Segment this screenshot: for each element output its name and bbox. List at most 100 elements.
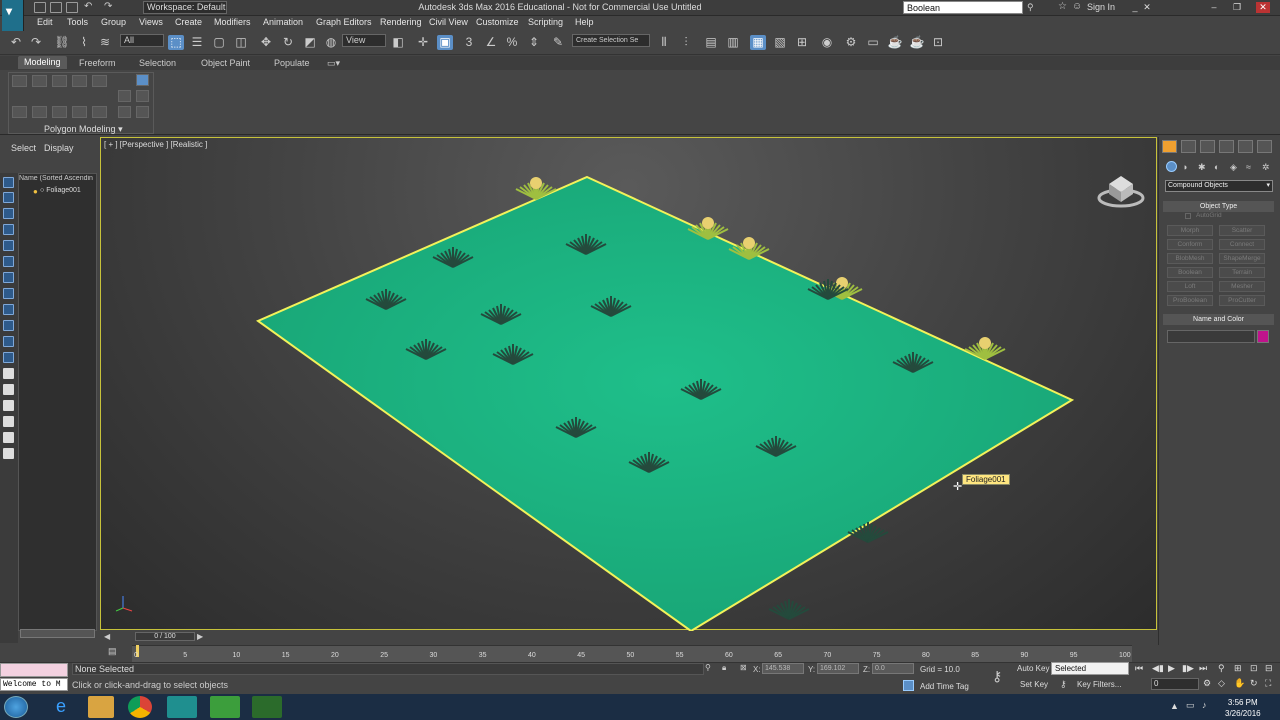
previous-frame-icon[interactable]: ◀▮ <box>1152 663 1164 674</box>
menu-edit[interactable]: Edit <box>37 17 53 27</box>
play-icon[interactable]: ▶ <box>1168 663 1175 674</box>
ribbon-small-icon[interactable] <box>118 90 131 102</box>
polygon-modeling-dropdown[interactable]: Polygon Modeling ▾ <box>44 124 123 135</box>
menu-animation[interactable]: Animation <box>263 17 303 27</box>
redo-icon[interactable]: ↷ <box>104 1 112 12</box>
view-cube-icon[interactable] <box>1097 176 1145 208</box>
key-filters-button[interactable]: Key Filters... <box>1077 680 1121 689</box>
rectangular-selection-icon[interactable]: ▢ <box>211 35 227 50</box>
list-item[interactable]: ○ Foliage001 <box>40 187 106 197</box>
menu-modifiers[interactable]: Modifiers <box>214 17 251 27</box>
rotate-icon[interactable]: ↻ <box>280 35 296 50</box>
scene-tab-display[interactable]: Display <box>44 143 74 153</box>
hierarchy-icon[interactable] <box>3 448 14 459</box>
binoculars-icon[interactable]: ⚲ <box>1027 2 1034 13</box>
zoom-extents-all-icon[interactable]: ⊟ <box>1265 663 1273 674</box>
exchange-icon[interactable]: ✕ <box>1140 2 1154 13</box>
go-to-start-icon[interactable]: ⏮ <box>1135 663 1143 674</box>
schematic-view-icon[interactable]: ⊞ <box>794 35 810 50</box>
vertex-mode-icon[interactable] <box>12 75 27 87</box>
lock-selection-icon[interactable]: 🔒︎ <box>722 663 726 673</box>
invert-display-icon[interactable] <box>3 208 14 219</box>
search-input[interactable]: Boolean <box>903 1 1023 14</box>
terrain-button[interactable]: Terrain <box>1219 267 1265 278</box>
select-manipulate-icon[interactable]: ✛ <box>415 35 431 50</box>
polygon-mode-icon[interactable] <box>72 75 87 87</box>
scene-horizontal-scrollbar[interactable] <box>20 629 95 638</box>
set-key-mode-icon[interactable]: ⚷ <box>992 668 1002 685</box>
timeline-mini-curve-icon[interactable]: ▤ <box>108 646 122 658</box>
cameras-filter-icon[interactable] <box>3 272 14 283</box>
tab-object-paint[interactable]: Object Paint <box>201 58 250 68</box>
pivot-center-icon[interactable]: ◧ <box>390 35 406 50</box>
link-icon[interactable]: ⛓ <box>54 35 70 50</box>
render-iterative-icon[interactable]: ☕ <box>909 35 925 50</box>
menu-help[interactable]: Help <box>575 17 594 27</box>
space-warps-icon[interactable]: ≈ <box>1246 162 1251 172</box>
scatter-button[interactable]: Scatter <box>1219 225 1265 236</box>
create-tab-icon[interactable] <box>1162 140 1177 153</box>
lights-icon[interactable]: ✱ <box>1198 162 1206 173</box>
open-file-icon[interactable] <box>50 2 62 13</box>
ribbon-small-icon-4[interactable] <box>136 106 149 118</box>
loft-button[interactable]: Loft <box>1167 281 1213 292</box>
window-crossing-icon[interactable]: ◫ <box>233 35 249 50</box>
reference-coordinate-dropdown[interactable]: View <box>342 34 386 47</box>
use-stack-icon[interactable] <box>32 106 47 118</box>
auto-key-button[interactable]: Auto Key <box>1017 664 1049 673</box>
key-set-dropdown[interactable]: Selected <box>1051 662 1129 675</box>
modify-tab-icon[interactable] <box>1181 140 1196 153</box>
system-clock[interactable]: 3:56 PM 3/26/2016 <box>1225 697 1261 719</box>
menu-views[interactable]: Views <box>139 17 163 27</box>
object-type-rollout[interactable]: Object Type <box>1163 201 1274 212</box>
maximize-viewport-icon[interactable]: ⛶ <box>1265 678 1271 689</box>
display-all-icon[interactable] <box>3 192 14 203</box>
rendered-frame-window-icon[interactable]: ▭ <box>865 35 881 50</box>
display-tab-icon[interactable] <box>1238 140 1253 153</box>
menu-civil-view[interactable]: Civil View <box>429 17 468 27</box>
named-selection-dropdown[interactable]: Create Selection Se <box>572 34 650 47</box>
volume-icon[interactable]: ♪ <box>1202 700 1207 710</box>
bind-space-warp-icon[interactable]: ≋ <box>97 35 113 50</box>
show-hidden-icons-icon[interactable]: ▲ <box>1170 701 1179 711</box>
go-to-end-icon[interactable]: ⏭ <box>1199 663 1207 674</box>
menu-create[interactable]: Create <box>175 17 202 27</box>
maxscript-listener-input[interactable] <box>0 663 68 677</box>
camtasia-icon[interactable] <box>210 696 240 718</box>
undo-icon[interactable]: ↶ <box>8 35 24 50</box>
transform-mode-icon[interactable]: ⊠ <box>740 663 747 672</box>
angle-snap-icon[interactable]: ∠ <box>483 35 499 50</box>
y-coordinate-field[interactable]: 169.102 <box>817 663 859 674</box>
time-tag-icon[interactable] <box>903 680 914 691</box>
scene-column-header[interactable]: Name (Sorted Ascendin <box>19 175 96 185</box>
ribbon-small-icon-3[interactable] <box>118 106 131 118</box>
mirror-icon[interactable]: ⫴ <box>656 35 672 50</box>
shapes-filter-icon[interactable] <box>3 240 14 251</box>
toggle-ribbon-icon[interactable]: ▥ <box>725 35 741 50</box>
select-object-icon[interactable]: ⬚ <box>168 35 184 50</box>
scene-tab-select[interactable]: Select <box>11 143 36 153</box>
menu-graph-editors[interactable]: Graph Editors <box>316 17 372 27</box>
workspace-dropdown[interactable]: Workspace: Default <box>143 1 227 14</box>
viewport-label[interactable]: [ + ] [Perspective ] [Realistic ] <box>104 140 207 149</box>
filter-invert-icon[interactable] <box>3 400 14 411</box>
filter-all-icon[interactable] <box>3 368 14 379</box>
proboolean-button[interactable]: ProBoolean <box>1167 295 1213 306</box>
app-menu-button[interactable]: ▾ <box>2 0 24 32</box>
procutter-button[interactable]: ProCutter <box>1219 295 1265 306</box>
find-icon[interactable] <box>3 432 14 443</box>
show-end-result-icon[interactable] <box>52 106 67 118</box>
edge-mode-icon[interactable] <box>32 75 47 87</box>
recorder-icon[interactable] <box>252 696 282 718</box>
boolean-button[interactable]: Boolean <box>1167 267 1213 278</box>
border-mode-icon[interactable] <box>52 75 67 87</box>
favorites-star-icon[interactable]: ☆ <box>1058 1 1067 12</box>
render-online-icon[interactable]: ⊡ <box>930 35 946 50</box>
graphite-toggle-icon[interactable] <box>136 74 149 86</box>
groups-filter-icon[interactable] <box>3 320 14 331</box>
isolate-icon[interactable]: ⚲ <box>705 663 711 672</box>
sign-in-button[interactable]: Sign In <box>1087 2 1115 12</box>
ribbon-small-icon-2[interactable] <box>136 90 149 102</box>
move-icon[interactable]: ✥ <box>258 35 274 50</box>
preserve-uvs-icon[interactable] <box>92 106 107 118</box>
